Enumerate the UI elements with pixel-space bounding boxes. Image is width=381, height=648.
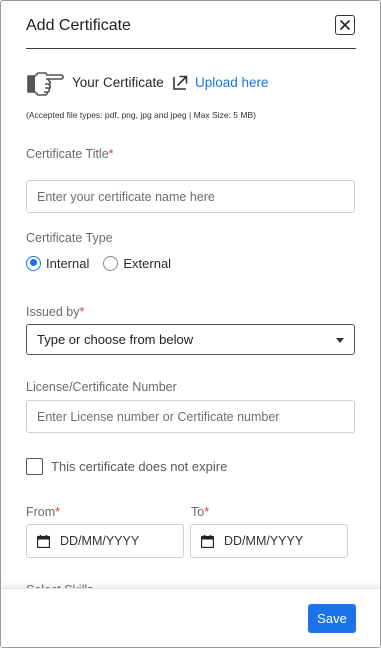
dialog-footer: Save xyxy=(1,588,380,647)
issued-by-select[interactable]: Type or choose from below xyxy=(26,324,355,355)
no-expire-checkbox[interactable] xyxy=(26,458,43,475)
from-date-value: DD/MM/YYYY xyxy=(60,534,140,548)
to-date-value: DD/MM/YYYY xyxy=(224,534,304,548)
to-date-label: To* xyxy=(191,505,210,519)
to-date-input[interactable]: DD/MM/YYYY xyxy=(190,524,348,558)
license-number-label: License/Certificate Number xyxy=(26,380,177,394)
close-button[interactable] xyxy=(335,15,355,35)
license-number-placeholder: Enter License number or Certificate numb… xyxy=(37,409,280,424)
from-date-label: From* xyxy=(26,505,61,519)
upload-here-link[interactable]: Upload here xyxy=(195,75,269,90)
certificate-title-input[interactable]: Enter your certificate name here xyxy=(26,180,355,213)
issued-by-label: Issued by* xyxy=(26,305,85,319)
no-expire-label[interactable]: This certificate does not expire xyxy=(51,459,227,474)
chevron-down-icon xyxy=(336,338,344,343)
radio-external-label[interactable]: External xyxy=(123,256,171,271)
dialog-title: Add Certificate xyxy=(26,17,131,34)
calendar-icon xyxy=(37,534,50,548)
upload-row: Your Certificate Upload here xyxy=(26,67,356,99)
save-button[interactable]: Save xyxy=(308,604,356,633)
pointing-hand-icon xyxy=(27,72,64,96)
accepted-file-types-note: (Accepted file types: pdf, png, jpg and … xyxy=(26,110,256,120)
add-certificate-dialog: Add Certificate Your Certificate Upload … xyxy=(0,0,381,648)
issued-by-value: Type or choose from below xyxy=(37,332,194,347)
radio-internal[interactable] xyxy=(26,255,41,271)
certificate-type-label: Certificate Type xyxy=(26,231,113,245)
certificate-title-label: Certificate Title* xyxy=(26,147,114,161)
radio-external[interactable] xyxy=(103,255,119,271)
certificate-type-radio-group: Internal External xyxy=(26,254,185,272)
certificate-title-placeholder: Enter your certificate name here xyxy=(37,189,215,204)
external-link-arrow-icon[interactable] xyxy=(171,73,189,91)
calendar-icon xyxy=(201,534,214,548)
radio-internal-label[interactable]: Internal xyxy=(46,256,89,271)
close-icon xyxy=(340,20,350,30)
license-number-input[interactable]: Enter License number or Certificate numb… xyxy=(26,400,355,433)
from-date-input[interactable]: DD/MM/YYYY xyxy=(26,524,184,558)
your-certificate-label: Your Certificate xyxy=(72,75,164,90)
dialog-header: Add Certificate xyxy=(26,15,356,49)
